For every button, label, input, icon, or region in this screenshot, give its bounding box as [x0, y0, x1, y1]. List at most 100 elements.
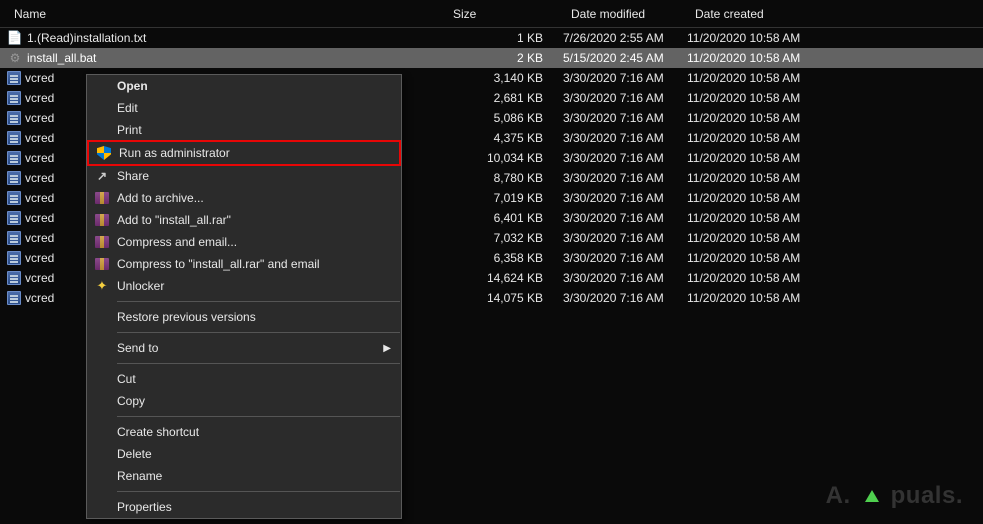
exe-file-icon	[7, 211, 21, 225]
archive-icon-slot	[91, 192, 113, 204]
menu-item-label: Cut	[113, 372, 401, 386]
txt-file-icon	[7, 30, 23, 46]
exe-file-icon	[7, 271, 21, 285]
file-size: 14,075 KB	[445, 291, 563, 305]
file-name-label: vcred	[25, 191, 54, 205]
menu-item-label: Open	[113, 79, 401, 93]
menu-item-compress-and-email[interactable]: Compress and email...	[87, 231, 401, 253]
archive-icon	[95, 258, 109, 270]
file-name-label: vcred	[25, 291, 54, 305]
menu-item-add-to-archive[interactable]: Add to archive...	[87, 187, 401, 209]
file-name-label: vcred	[25, 171, 54, 185]
menu-item-create-shortcut[interactable]: Create shortcut	[87, 421, 401, 443]
file-row[interactable]: 1.(Read)installation.txt1 KB7/26/2020 2:…	[0, 28, 983, 48]
file-size: 6,358 KB	[445, 251, 563, 265]
menu-separator	[117, 332, 400, 333]
exe-file-icon	[7, 171, 21, 185]
menu-item-edit[interactable]: Edit	[87, 97, 401, 119]
menu-item-send-to[interactable]: Send to▶	[87, 337, 401, 359]
context-menu: Open Edit Print Run as administrator Share Ad…	[86, 74, 402, 519]
file-name-label: 1.(Read)installation.txt	[27, 31, 146, 45]
file-name-label: install_all.bat	[27, 51, 96, 65]
menu-item-label: Run as administrator	[115, 146, 399, 160]
file-name-label: vcred	[25, 271, 54, 285]
file-size: 1 KB	[445, 31, 563, 45]
menu-item-label: Restore previous versions	[113, 310, 401, 324]
file-modified: 3/30/2020 7:16 AM	[563, 111, 687, 125]
menu-item-cut[interactable]: Cut	[87, 368, 401, 390]
archive-icon	[95, 214, 109, 226]
file-modified: 3/30/2020 7:16 AM	[563, 191, 687, 205]
file-created: 11/20/2020 10:58 AM	[687, 211, 827, 225]
file-created: 11/20/2020 10:58 AM	[687, 51, 827, 65]
file-row[interactable]: install_all.bat2 KB5/15/2020 2:45 AM11/2…	[0, 48, 983, 68]
file-size: 10,034 KB	[445, 151, 563, 165]
file-created: 11/20/2020 10:58 AM	[687, 111, 827, 125]
file-created: 11/20/2020 10:58 AM	[687, 291, 827, 305]
watermark-text-prefix: A	[826, 482, 851, 510]
menu-item-open[interactable]: Open	[87, 75, 401, 97]
menu-item-properties[interactable]: Properties	[87, 496, 401, 518]
menu-item-label: Delete	[113, 447, 401, 461]
menu-item-print[interactable]: Print	[87, 119, 401, 141]
file-modified: 3/30/2020 7:16 AM	[563, 211, 687, 225]
menu-item-label: Add to archive...	[113, 191, 401, 205]
archive-icon-slot	[91, 214, 113, 226]
archive-icon	[95, 192, 109, 204]
column-header-name[interactable]: Name	[0, 7, 445, 21]
menu-item-label: Compress to "install_all.rar" and email	[113, 257, 401, 271]
file-size: 14,624 KB	[445, 271, 563, 285]
exe-file-icon	[7, 151, 21, 165]
file-created: 11/20/2020 10:58 AM	[687, 251, 827, 265]
file-name-label: vcred	[25, 91, 54, 105]
file-created: 11/20/2020 10:58 AM	[687, 191, 827, 205]
menu-item-label: Send to	[113, 341, 383, 355]
column-header-size[interactable]: Size	[445, 7, 563, 21]
menu-item-label: Unlocker	[113, 279, 401, 293]
menu-separator	[117, 416, 400, 417]
unlocker-icon-slot	[91, 278, 113, 294]
menu-item-rename[interactable]: Rename	[87, 465, 401, 487]
menu-item-compress-to-install-all-rar-and-email[interactable]: Compress to "install_all.rar" and email	[87, 253, 401, 275]
menu-item-label: Edit	[113, 101, 401, 115]
share-icon-slot	[91, 169, 113, 183]
file-name-label: vcred	[25, 71, 54, 85]
exe-file-icon	[7, 191, 21, 205]
file-created: 11/20/2020 10:58 AM	[687, 171, 827, 185]
file-modified: 3/30/2020 7:16 AM	[563, 151, 687, 165]
file-size: 7,032 KB	[445, 231, 563, 245]
file-name-label: vcred	[25, 251, 54, 265]
file-size: 5,086 KB	[445, 111, 563, 125]
submenu-arrow-icon: ▶	[383, 343, 401, 354]
menu-item-label: Copy	[113, 394, 401, 408]
watermark: A puals	[826, 478, 963, 514]
file-modified: 3/30/2020 7:16 AM	[563, 291, 687, 305]
exe-file-icon	[7, 131, 21, 145]
file-modified: 3/30/2020 7:16 AM	[563, 251, 687, 265]
menu-item-copy[interactable]: Copy	[87, 390, 401, 412]
file-created: 11/20/2020 10:58 AM	[687, 271, 827, 285]
menu-item-label: Print	[113, 123, 401, 137]
file-modified: 3/30/2020 7:16 AM	[563, 231, 687, 245]
file-created: 11/20/2020 10:58 AM	[687, 131, 827, 145]
menu-item-restore-previous-versions[interactable]: Restore previous versions	[87, 306, 401, 328]
file-name-label: vcred	[25, 151, 54, 165]
menu-item-add-to-install-all-rar[interactable]: Add to "install_all.rar"	[87, 209, 401, 231]
file-created: 11/20/2020 10:58 AM	[687, 91, 827, 105]
file-modified: 3/30/2020 7:16 AM	[563, 91, 687, 105]
menu-item-run-as-administrator[interactable]: Run as administrator	[87, 140, 401, 166]
file-created: 11/20/2020 10:58 AM	[687, 71, 827, 85]
file-size: 7,019 KB	[445, 191, 563, 205]
exe-file-icon	[7, 71, 21, 85]
menu-item-share[interactable]: Share	[87, 165, 401, 187]
column-header-row: Name Size Date modified Date created	[0, 0, 983, 28]
column-header-modified[interactable]: Date modified	[563, 7, 687, 21]
file-modified: 3/30/2020 7:16 AM	[563, 131, 687, 145]
file-name-label: vcred	[25, 131, 54, 145]
archive-icon-slot	[91, 258, 113, 270]
file-modified: 3/30/2020 7:16 AM	[563, 171, 687, 185]
menu-item-unlocker[interactable]: Unlocker	[87, 275, 401, 297]
column-header-created[interactable]: Date created	[687, 7, 827, 21]
menu-item-label: Create shortcut	[113, 425, 401, 439]
menu-item-delete[interactable]: Delete	[87, 443, 401, 465]
